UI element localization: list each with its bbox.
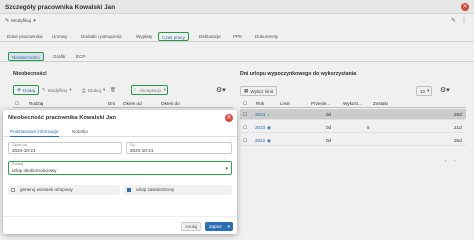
- tab-dodatki[interactable]: Dodatki i potrącenia: [81, 32, 122, 41]
- vacation-table-header: ☐ Rok Limit Przenie... Wykorz... Zostało: [240, 99, 466, 108]
- tab-note[interactable]: Notatka: [72, 128, 88, 137]
- pagination: ‹ ›: [240, 156, 466, 166]
- col-zostalo[interactable]: Zostało: [373, 101, 388, 106]
- absences-table-header: ☐ Rodzaj Dni Okres od Okres do: [13, 99, 233, 108]
- print-button[interactable]: ⎙ Drukuj ▾: [82, 87, 105, 93]
- cancel-button[interactable]: Anuluj: [181, 222, 201, 231]
- printer-icon: ⎙: [82, 87, 86, 93]
- col-wykorzystany[interactable]: Wykorz...: [343, 101, 362, 106]
- top-right-tools: ✎ ⋮: [451, 17, 467, 24]
- next-page-icon[interactable]: ›: [454, 158, 456, 163]
- subtab-nieobecnosci[interactable]: Nieobecności: [8, 52, 44, 61]
- tab-dane-pracownika[interactable]: Dane pracownika: [7, 32, 43, 41]
- absence-type-select[interactable]: Rodzaj urlop okolicznościowy ▾: [8, 161, 232, 175]
- modify-button[interactable]: ✎ Modyfikuj ▾: [5, 17, 36, 25]
- title-bar: Szczegóły pracownika Kowalski Jan ✕: [0, 0, 474, 14]
- col-rodzaj[interactable]: Rodzaj: [29, 101, 43, 106]
- accept-button[interactable]: ✓ Akceptacja ▾: [131, 85, 168, 95]
- circle-icon: ◉: [267, 125, 272, 130]
- approved-checkbox[interactable]: urlop zatwierdzony: [124, 185, 232, 195]
- checkbox-all[interactable]: ☐: [243, 101, 247, 107]
- tab-deklaracje[interactable]: Deklaracje: [199, 32, 221, 41]
- table-row[interactable]: ☐ 2024 ✓ 0d 26d: [240, 109, 466, 120]
- absences-heading: Nieobecności: [13, 71, 47, 77]
- settings-icon[interactable]: ⚙▾: [440, 86, 450, 94]
- chevron-down-icon: ▾: [69, 87, 72, 92]
- chevron-down-icon: ▾: [102, 87, 106, 92]
- checkbox[interactable]: [11, 188, 15, 192]
- table-row[interactable]: ☐ 2023 ◉ 0d 5 21d: [240, 122, 466, 133]
- subtab-ecp[interactable]: ECP: [76, 52, 85, 61]
- col-rok[interactable]: Rok: [256, 101, 264, 106]
- modal-footer: Anuluj Zapisz ▾: [3, 216, 237, 234]
- tab-umowy[interactable]: Umowy: [52, 32, 67, 41]
- calc-limit-button[interactable]: ▦ Wylicz limit: [240, 86, 278, 96]
- checkbox-checked[interactable]: [127, 188, 131, 192]
- edit-icon: ✎: [42, 87, 46, 92]
- row-checkbox[interactable]: ☐: [243, 112, 247, 118]
- check-icon: ✓: [133, 87, 138, 92]
- settings-icon[interactable]: ⚙▾: [216, 86, 226, 94]
- vacation-days-heading: Dni urlopu wypoczynkowego do wykorzystan…: [240, 71, 357, 77]
- col-limit[interactable]: Limit: [280, 101, 290, 106]
- main-tabs: Dane pracownika Umowy Dodatki i potrącen…: [0, 30, 474, 42]
- close-icon[interactable]: ✕: [461, 3, 469, 11]
- table-row[interactable]: ☐ 2022 ◉ 0d 26d: [240, 135, 466, 146]
- chevron-down-icon[interactable]: ▾: [228, 222, 230, 231]
- chevron-down-icon: ▾: [33, 18, 36, 24]
- close-icon[interactable]: ✕: [225, 114, 233, 122]
- subtab-grafik[interactable]: Grafik: [53, 52, 65, 61]
- more-icon[interactable]: ⋮: [461, 17, 467, 24]
- date-from-field[interactable]: Okres od 2024-10-21: [8, 142, 122, 154]
- window-title: Szczegóły pracownika Kowalski Jan: [5, 4, 116, 11]
- chevron-down-icon: ▾: [225, 166, 228, 172]
- tool-icon[interactable]: ✎: [451, 17, 456, 24]
- date-to-field[interactable]: Do 2024-10-21: [126, 142, 232, 154]
- check-circle-icon: ✓: [267, 112, 271, 117]
- tab-basic-info[interactable]: Podstawowe informacje: [10, 128, 59, 137]
- col-dni[interactable]: Dni: [108, 101, 115, 106]
- prev-page-icon[interactable]: ‹: [445, 158, 447, 163]
- tab-dokumenty[interactable]: Dokumenty: [255, 32, 278, 41]
- page-size-select[interactable]: 10 ▾: [416, 86, 432, 96]
- tab-ppk[interactable]: PPK: [233, 32, 242, 41]
- add-button[interactable]: ⊕ Dodaj: [13, 85, 39, 95]
- trash-icon: 🗑: [110, 87, 116, 92]
- row-checkbox[interactable]: ☐: [243, 125, 247, 131]
- delete-button[interactable]: 🗑: [110, 87, 116, 93]
- calculator-icon: ▦: [244, 88, 249, 93]
- col-okres-do[interactable]: Okres do: [161, 101, 180, 106]
- generate-request-checkbox[interactable]: generuj wniosek urlopowy: [8, 185, 120, 195]
- edit-icon: ✎: [5, 18, 10, 24]
- chevron-down-icon: ▾: [427, 88, 430, 93]
- sub-tabs: Nieobecności Grafik ECP: [0, 51, 474, 62]
- col-okres-od[interactable]: Okres od: [123, 101, 142, 106]
- chevron-down-icon: ▾: [163, 87, 166, 92]
- plus-icon: ⊕: [17, 87, 21, 92]
- row-checkbox[interactable]: ☐: [243, 138, 247, 144]
- modal-title: Nieobecność pracownika Kowalski Jan: [8, 115, 116, 121]
- checkbox-all[interactable]: ☐: [15, 101, 19, 107]
- tab-czas-pracy[interactable]: Czas pracy: [158, 32, 189, 41]
- absence-modal: Nieobecność pracownika Kowalski Jan ✕ Po…: [3, 110, 237, 234]
- modal-tabs: Podstawowe informacje Notatka: [3, 126, 237, 137]
- circle-icon: ◉: [267, 138, 272, 143]
- modify-absence-button[interactable]: ✎ Modyfikuj ▾: [42, 87, 72, 93]
- save-button[interactable]: Zapisz ▾: [205, 222, 233, 231]
- tab-wyplaty[interactable]: Wypłaty: [136, 32, 152, 41]
- col-przeniesiony[interactable]: Przenie...: [311, 101, 330, 106]
- employee-details-window: Szczegóły pracownika Kowalski Jan ✕ ✎ Mo…: [0, 0, 474, 240]
